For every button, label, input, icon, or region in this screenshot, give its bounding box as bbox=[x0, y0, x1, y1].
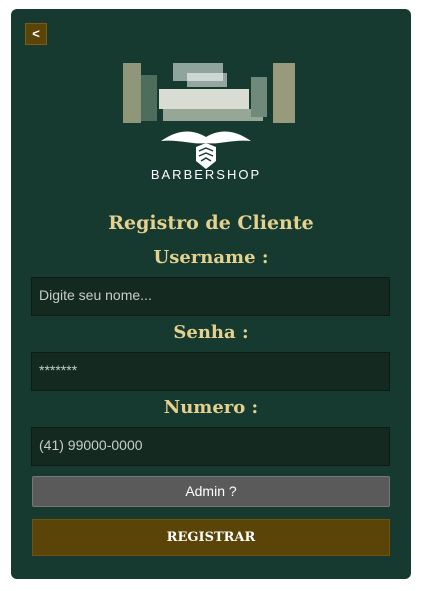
barbershop-logo: BARBERSHOP bbox=[111, 55, 301, 195]
username-input[interactable]: Digite seu nome... bbox=[31, 277, 390, 316]
mustache-hop-icon: BARBERSHOP bbox=[151, 131, 261, 182]
number-label: Numero : bbox=[163, 397, 259, 418]
register-button[interactable]: REGISTRAR bbox=[32, 519, 390, 556]
number-input[interactable]: (41) 99000-0000 bbox=[31, 427, 390, 466]
admin-button[interactable]: Admin ? bbox=[32, 476, 390, 507]
page-title: Registro de Cliente bbox=[108, 212, 314, 234]
password-input[interactable]: ******* bbox=[31, 352, 390, 391]
pixelated-logo-mark bbox=[111, 55, 301, 125]
register-card: < BARBERSHOP Registro de Cliente Usernam… bbox=[11, 9, 411, 579]
username-label: Username : bbox=[153, 247, 269, 268]
password-label: Senha : bbox=[173, 322, 249, 343]
back-button[interactable]: < bbox=[25, 23, 47, 45]
logo-text: BARBERSHOP bbox=[151, 167, 261, 182]
